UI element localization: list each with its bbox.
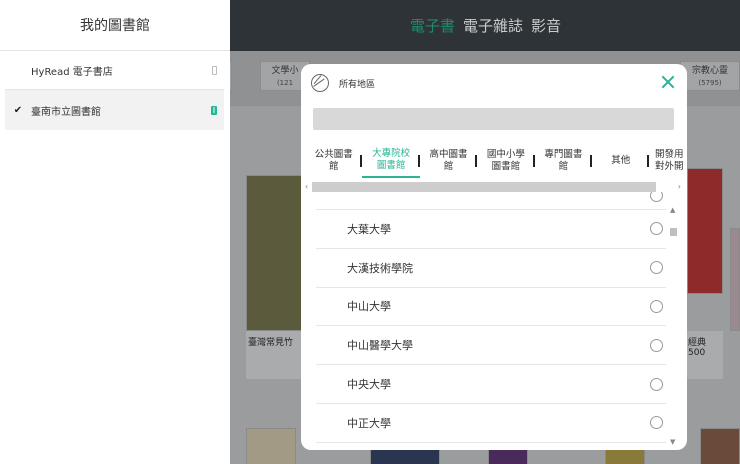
scroll-right-icon[interactable]: › [678, 182, 681, 192]
phone-outline-icon [204, 65, 224, 75]
list-item[interactable]: 中正大學 [316, 404, 666, 443]
tab-label: 高中圖書 館 [429, 149, 468, 172]
tab-university-library[interactable]: 大專院校 圖書館 [362, 144, 421, 178]
tab-label: 開發用 對外開 [654, 149, 684, 172]
tab-label: 大專院校 圖書館 [372, 148, 411, 171]
list-item[interactable]: 大葉大學 [316, 210, 666, 249]
radio-button[interactable] [650, 299, 663, 313]
university-name: 中正大學 [347, 416, 391, 430]
radio-button[interactable] [650, 222, 663, 236]
radio-button[interactable] [650, 377, 663, 391]
list-item[interactable]: 中山大學 [316, 288, 666, 327]
modal-title: 所有地區 [339, 79, 376, 90]
check-icon: ✔ [13, 104, 23, 116]
nav-emagazine[interactable]: 電子雜誌 [463, 15, 523, 36]
book-cover[interactable] [687, 168, 723, 294]
category-chip-partial[interactable] [230, 61, 232, 91]
list-item[interactable]: 大漢技術學院 [316, 249, 666, 288]
sidebar-title: 我的圖書館 [0, 0, 230, 51]
region-select-modal: 所有地區 公共圖書 館 大專院校 圖書館 高中圖書 館 國中小學 圖書館 專門圖… [301, 64, 687, 450]
list-item[interactable]: 中央大學 [316, 365, 666, 404]
radio-button[interactable] [650, 338, 663, 352]
search-input[interactable] [313, 108, 674, 130]
book-cover[interactable] [246, 428, 296, 464]
university-name: 大葉大學 [347, 222, 391, 236]
scroll-left-icon[interactable]: ‹ [305, 182, 308, 192]
book-cover[interactable] [246, 175, 302, 331]
top-nav: 電子書 電子雜誌 影音 [230, 0, 740, 51]
tab-other[interactable]: 其他 [592, 144, 650, 178]
close-icon[interactable] [661, 75, 675, 89]
university-name: 大漢技術學院 [347, 261, 413, 275]
scroll-down-icon[interactable]: ▼ [670, 438, 675, 446]
scrollbar-thumb[interactable] [312, 182, 656, 192]
university-name: 中山大學 [347, 300, 391, 314]
vertical-scrollbar[interactable]: ▲ ▼ [669, 206, 678, 446]
tab-label: 其他 [611, 155, 631, 166]
book-caption: 臺灣常見竹 [246, 331, 302, 379]
tab-school-library[interactable]: 國中小學 圖書館 [477, 144, 536, 178]
category-count: (5795) [698, 79, 722, 87]
horizontal-scrollbar[interactable]: ‹ › [305, 182, 685, 192]
library-item-tainan[interactable]: ✔ 臺南市立圖書館 [5, 90, 224, 130]
tab-label: 專門圖書 館 [544, 149, 583, 172]
university-name: 中央大學 [347, 378, 391, 392]
tab-special-library[interactable]: 專門圖書 館 [535, 144, 593, 178]
my-library-panel: 我的圖書館 HyRead 電子書店 ✔ 臺南市立圖書館 [0, 0, 230, 464]
radio-button[interactable] [650, 416, 663, 430]
library-item-hyread[interactable]: HyRead 電子書店 [5, 51, 224, 90]
library-name: 臺南市立圖書館 [31, 106, 101, 118]
list-item[interactable]: 中山醫學大學 [316, 326, 666, 366]
book-cover[interactable] [700, 428, 740, 464]
tab-public-library[interactable]: 公共圖書 館 [305, 144, 363, 178]
radio-button[interactable] [650, 192, 663, 202]
scrollbar-thumb[interactable] [670, 228, 677, 236]
category-label: 宗教心靈 [691, 66, 728, 76]
scroll-up-icon[interactable]: ▲ [670, 206, 675, 214]
nav-media[interactable]: 影音 [531, 15, 561, 36]
category-chip[interactable]: 宗教心靈 (5795) [680, 61, 740, 91]
library-type-tabs: 公共圖書 館 大專院校 圖書館 高中圖書 館 國中小學 圖書館 專門圖書 館 其… [305, 144, 687, 182]
tab-highschool-library[interactable]: 高中圖書 館 [420, 144, 478, 178]
book-caption: 經典500 [687, 331, 723, 379]
book-cover[interactable] [730, 228, 740, 331]
tab-label: 國中小學 圖書館 [486, 149, 525, 172]
library-name: HyRead 電子書店 [31, 66, 113, 78]
tab-label: 公共圖書 館 [314, 149, 353, 172]
nav-ebook[interactable]: 電子書 [410, 15, 455, 36]
modal-header: 所有地區 [301, 64, 687, 102]
university-list: 大葉大學 大漢技術學院 中山大學 中山醫學大學 中央大學 中正大學 [316, 192, 666, 450]
phone-green-icon [204, 105, 224, 115]
university-name: 中山醫學大學 [347, 339, 413, 353]
radio-button[interactable] [650, 261, 663, 275]
tab-dev[interactable]: 開發用 對外開 [649, 144, 687, 178]
list-item[interactable] [316, 192, 666, 210]
globe-icon [311, 74, 329, 92]
